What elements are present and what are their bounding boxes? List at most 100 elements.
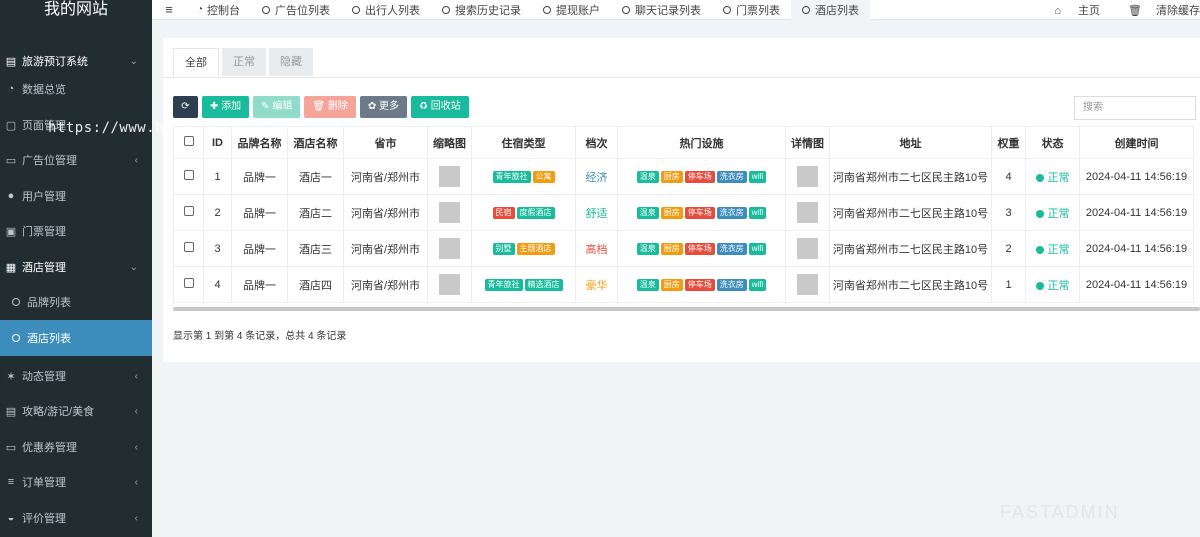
row-select-cell [173,194,204,231]
tab-normal[interactable]: 正常 [222,48,266,76]
column-header: 省市 [343,126,428,159]
status-badge[interactable]: 正常 [1048,208,1070,220]
status-badge[interactable]: 正常 [1048,244,1070,256]
search-input[interactable]: 搜索 [1074,96,1196,120]
thumbnail-image[interactable] [439,202,460,223]
brand-watermark: FASTADMIN [1000,502,1120,522]
detail-image[interactable] [797,202,818,223]
add-button[interactable]: ✚ 添加 [202,96,250,118]
column-header: 地址 [829,126,992,159]
horizontal-scrollbar[interactable] [173,307,1200,311]
table-body: 1 品牌一 酒店一 河南省/郑州市 青年旅社 公寓 经济 温泉 厨房 停车场 洗衣房 wifi 河南省郑… [173,158,1194,303]
sidebar-item-3[interactable]: ▭ 广告位管理 ‹ [0,142,152,178]
delete-button[interactable]: 🗑 删除 [304,96,356,118]
thumbnail-image[interactable] [439,166,460,187]
brand-cell: 品牌一 [231,266,288,303]
column-header: 档次 [575,126,618,159]
type-tag: 公寓 [532,171,555,183]
chevron-left-icon: ‹ [134,441,138,453]
toolbar: ⟳ ✚ 添加 ✎ 编辑 🗑 删除 ✿ 更多 ♻ 回收站 [173,96,473,118]
brand-cell: 品牌一 [231,194,288,231]
nav-tab-0[interactable]: ◔ 控制台 [186,0,251,20]
detail-image[interactable] [797,238,818,259]
facility-tag: 洗衣房 [716,171,747,183]
type-tag: 精选酒店 [524,279,563,291]
sidebar-item-label: 评价管理 [22,513,66,525]
created-time-cell: 2024-04-11 14:56:19 [1079,194,1194,231]
coupon-icon: ▭ [5,441,17,454]
circle-icon [543,5,552,14]
sidebar-item-label: 动态管理 [22,371,66,383]
grade-cell: 经济 [575,158,618,195]
city-cell: 河南省/郑州市 [343,194,428,231]
nav-tab-5[interactable]: 聊天记录列表 [611,0,712,20]
status-badge[interactable]: 正常 [1048,172,1070,184]
id-cell: 1 [203,158,232,195]
row-checkbox[interactable] [183,278,194,288]
nav-tab-2[interactable]: 出行人列表 [341,0,431,20]
sidebar-item-9[interactable]: ✶ 动态管理 ‹ [0,358,152,394]
nav-tab-1[interactable]: 广告位列表 [251,0,341,20]
sidebar-item-12[interactable]: ≡ 订单管理 ‹ [0,464,152,500]
sidebar-item-6[interactable]: ▦ 酒店管理 ⌄ [0,249,152,285]
nav-tab-4[interactable]: 提现账户 [532,0,611,20]
circle-icon [442,5,451,14]
menu-toggle-icon[interactable]: ≡ [152,2,186,17]
address-cell: 河南省郑州市二七区民主路10号 [829,266,992,303]
column-header: 热门设施 [617,126,786,159]
thumbnail-image[interactable] [439,274,460,295]
row-select-cell [173,230,204,267]
thumbnail-image[interactable] [439,238,460,259]
table-row[interactable]: 4 品牌一 酒店四 河南省/郑州市 青年旅社 精选酒店 豪华 温泉 厨房 停车场 洗衣房 wifi 河南… [173,266,1194,303]
sidebar-item-1[interactable]: ◔ 数据总览 [0,71,152,107]
detail-image[interactable] [797,274,818,295]
table-row[interactable]: 3 品牌一 酒店三 河南省/郑州市 别墅 主题酒店 高档 温泉 厨房 停车场 洗衣房 wifi 河南省郑… [173,230,1194,267]
sidebar-item-4[interactable]: ● 用户管理 [0,178,152,214]
column-header: 创建时间 [1079,126,1194,159]
sidebar-item-label: 酒店列表 [27,333,71,345]
thumbnail-cell [427,194,472,231]
sitemap-icon: ▤ [5,55,17,68]
weight-cell: 1 [991,266,1026,303]
sidebar-item-11[interactable]: ▭ 优惠券管理 ‹ [0,429,152,465]
recycle-bin-button[interactable]: ♻ 回收站 [411,96,469,118]
tab-hidden[interactable]: 隐藏 [269,48,313,76]
sidebar-item-label: 旅游预订系统 [22,56,88,68]
table-row[interactable]: 1 品牌一 酒店一 河南省/郑州市 青年旅社 公寓 经济 温泉 厨房 停车场 洗衣房 wifi 河南省郑… [173,158,1194,195]
clear-cache-button[interactable]: 🗑 清除缓存 [1114,2,1200,18]
home-link[interactable]: ⌂ 主页 [1040,2,1100,18]
sidebar-item-13[interactable]: ◒ 评价管理 ‹ [0,500,152,536]
hotel-name-cell: 酒店三 [287,230,344,267]
type-cell: 别墅 主题酒店 [471,230,576,267]
detail-image[interactable] [797,166,818,187]
facility-tag: 洗衣房 [716,279,747,291]
sidebar-item-label: 数据总览 [22,84,66,96]
sidebar-item-7[interactable]: 品牌列表 [0,284,152,320]
ad-icon: ▭ [5,154,17,167]
chevron-down-icon: ⌄ [129,261,138,273]
table-row[interactable]: 2 品牌一 酒店二 河南省/郑州市 民宿 度假酒店 舒适 温泉 厨房 停车场 洗衣房 wifi 河南省郑… [173,194,1194,231]
row-checkbox[interactable] [183,242,194,252]
select-all-checkbox[interactable] [183,136,194,146]
nav-tab-3[interactable]: 搜索历史记录 [431,0,532,20]
row-checkbox[interactable] [183,170,194,180]
sidebar-item-8[interactable]: 酒店列表 [0,320,152,356]
sidebar-item-10[interactable]: ▤ 攻略/游记/美食 ‹ [0,393,152,429]
nav-tab-7[interactable]: 酒店列表 [791,0,871,20]
edit-button[interactable]: ✎ 编辑 [253,96,301,118]
nav-tab-6[interactable]: 门票列表 [712,0,791,20]
site-logo[interactable]: 我的网站 [0,0,152,28]
column-header: 详情图 [785,126,830,159]
facility-tag: 停车场 [684,207,715,219]
weight-cell: 2 [991,230,1026,267]
chevron-left-icon: ‹ [134,370,138,382]
row-checkbox[interactable] [183,206,194,216]
sidebar-item-5[interactable]: ▣ 门票管理 [0,213,152,249]
more-button[interactable]: ✿ 更多 [359,96,407,118]
status-badge[interactable]: 正常 [1048,280,1070,292]
circle-icon [12,298,20,306]
tab-all[interactable]: 全部 [173,48,219,76]
refresh-button[interactable]: ⟳ [173,96,198,118]
facility-tag: 温泉 [636,279,659,291]
id-cell: 2 [203,194,232,231]
